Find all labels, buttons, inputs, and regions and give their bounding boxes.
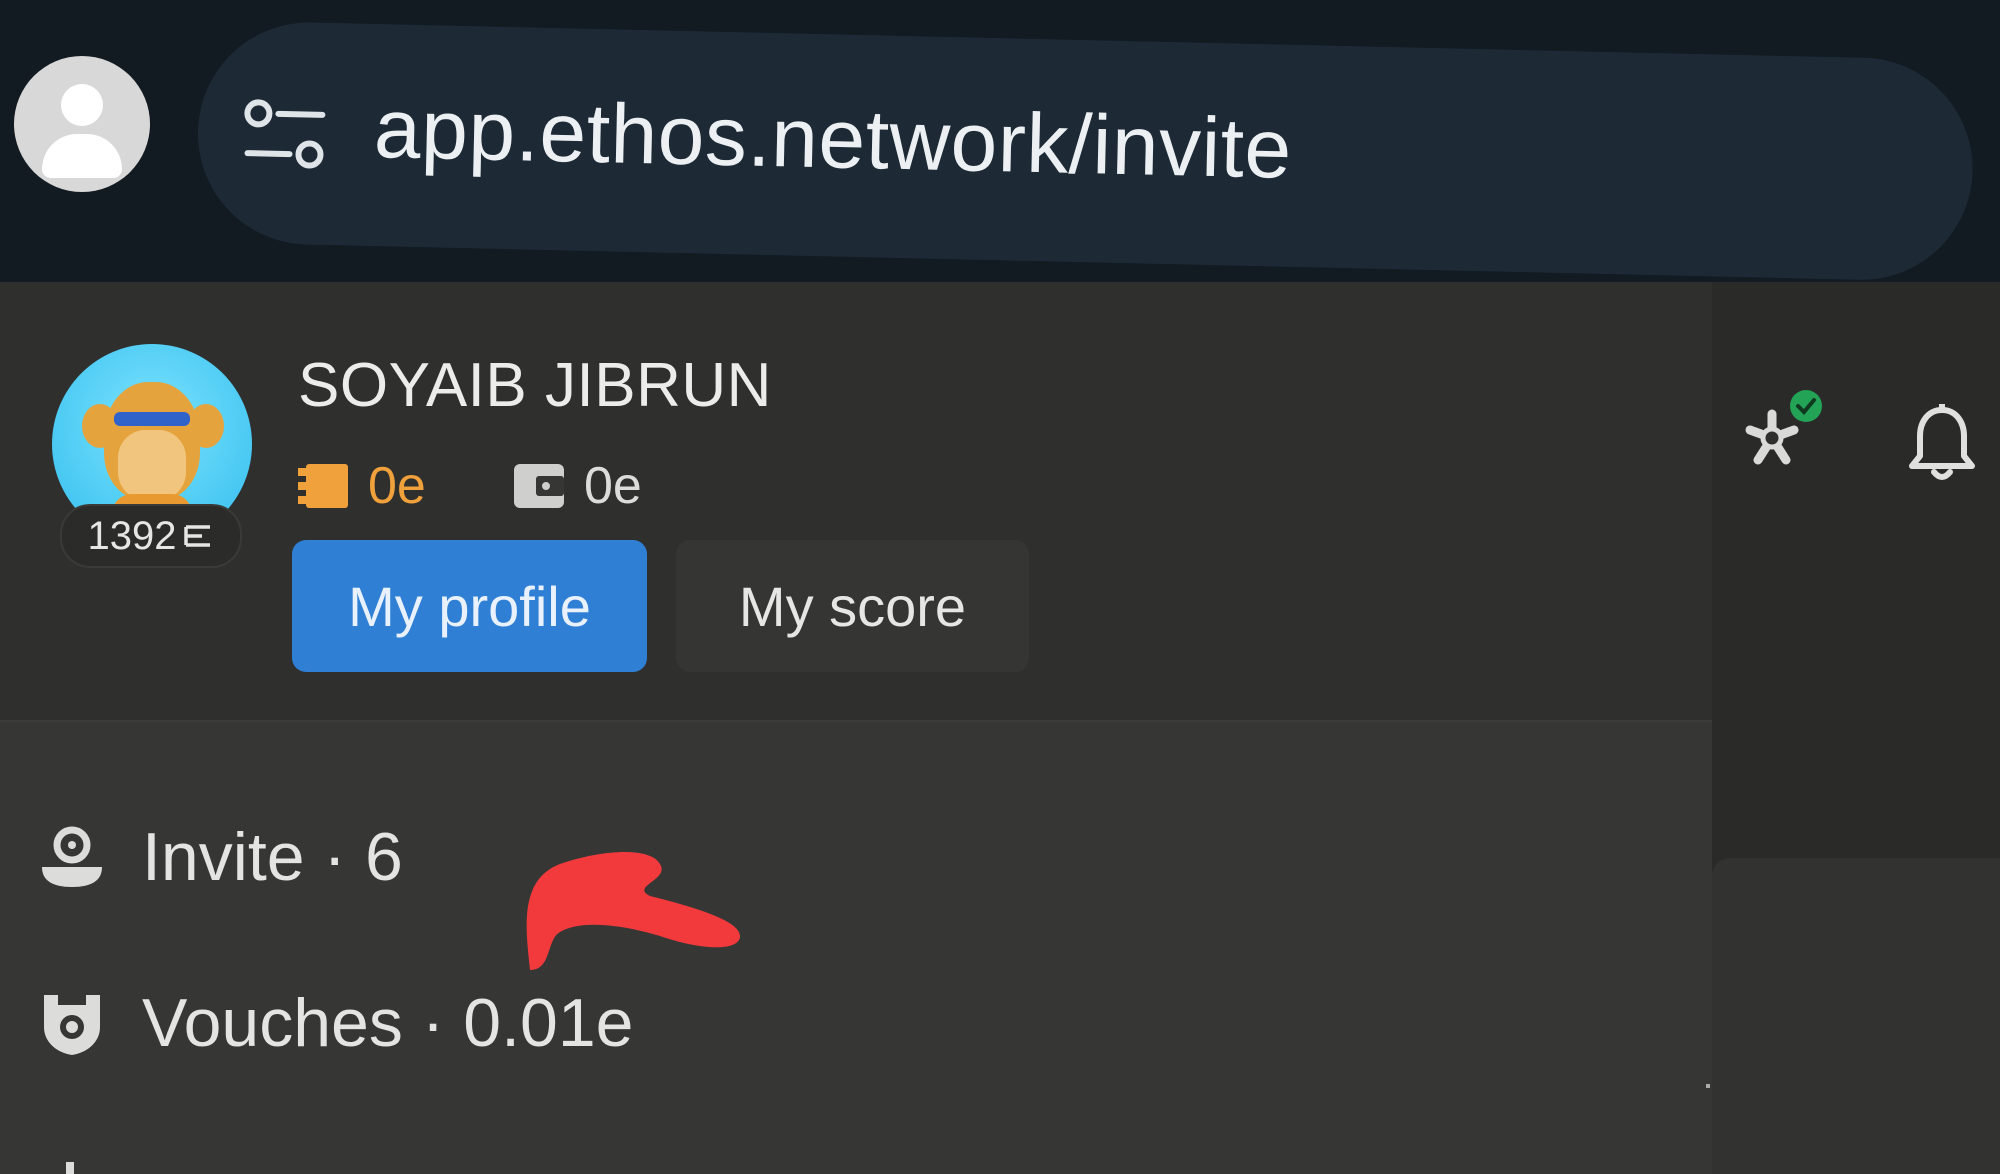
site-settings-icon[interactable] <box>241 95 329 177</box>
my-score-button[interactable]: My score <box>676 540 1029 672</box>
network-status-icon[interactable] <box>1736 390 1826 480</box>
xp-balance-value: 0e <box>368 457 426 515</box>
red-annotation-marker <box>526 851 740 970</box>
credibility-score-badge[interactable]: 1392 <box>60 504 242 568</box>
background-card <box>1712 858 2000 1174</box>
wallet-icon <box>514 464 564 508</box>
vouch-shield-icon <box>44 995 100 1055</box>
xp-balance: 0e <box>294 456 426 516</box>
xp-token-icon <box>298 464 348 508</box>
score-value: 1392 <box>87 513 177 558</box>
invite-icon <box>42 826 102 887</box>
wallet-balance: 0e <box>510 456 642 516</box>
divider-dot <box>1706 1084 1710 1088</box>
my-profile-button[interactable]: My profile <box>292 540 647 672</box>
ethos-logo-icon <box>184 525 211 547</box>
browser-account-avatar-icon[interactable] <box>14 56 150 192</box>
menu-item-invite-label: Invite · 6 <box>142 819 403 895</box>
address-bar[interactable]: app.ethos.network/invite <box>195 20 1976 283</box>
wallet-balance-value: 0e <box>584 457 642 515</box>
chart-icon <box>66 1162 74 1174</box>
profile-name: SOYAIB JIBRUN <box>298 351 772 420</box>
menu-item-invite[interactable]: Invite · 6 <box>36 818 403 896</box>
menu-item-partial[interactable] <box>36 1140 108 1174</box>
notifications-bell-icon[interactable] <box>1908 404 1976 484</box>
url-text[interactable]: app.ethos.network/invite <box>373 80 1293 198</box>
